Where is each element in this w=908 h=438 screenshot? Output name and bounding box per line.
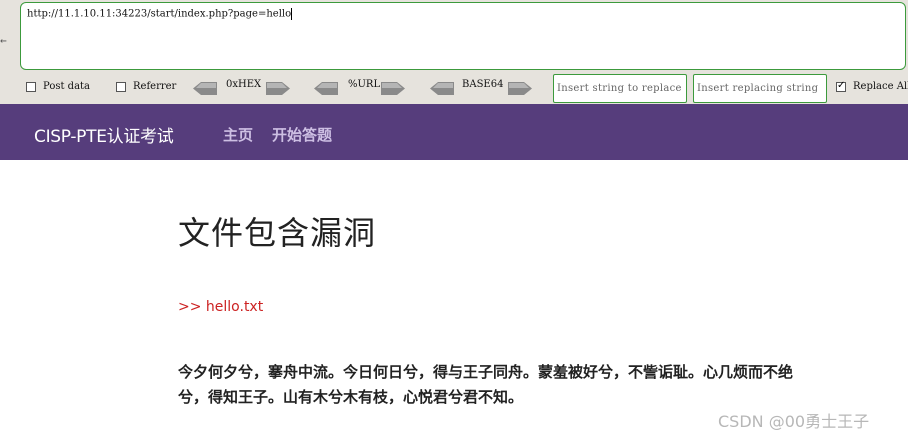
url-encode-arrow-icon[interactable] <box>381 82 405 95</box>
url-text: http://11.1.10.11:34223/start/index.php?… <box>27 8 292 20</box>
replace-all-label: Replace All <box>853 81 908 92</box>
post-data-label: Post data <box>43 81 91 92</box>
replace-string-input[interactable]: Insert replacing string <box>693 74 827 103</box>
text-caret <box>291 8 293 20</box>
find-string-placeholder: Insert string to replace <box>557 83 682 94</box>
hackbar-toolbar: ← http://11.1.10.11:34223/start/index.ph… <box>0 0 908 104</box>
post-data-checkbox[interactable] <box>26 82 36 92</box>
collapse-arrow-icon[interactable]: ← <box>0 34 7 47</box>
base64-decode-arrow-icon[interactable] <box>430 82 454 95</box>
hex-encode-arrow-icon[interactable] <box>266 82 290 95</box>
csdn-watermark: CSDN @00勇士王子 <box>718 412 870 431</box>
referrer-label: Referrer <box>133 81 177 92</box>
referrer-checkbox[interactable] <box>116 82 126 92</box>
hex-label: 0xHEX <box>226 79 262 90</box>
url-label: %URL <box>348 79 381 90</box>
base64-encode-arrow-icon[interactable] <box>508 82 532 95</box>
nav-link-home[interactable]: 主页 <box>223 124 253 145</box>
file-content-text: 今夕何夕兮，搴舟中流。今日何日兮，得与王子同舟。蒙羞被好兮，不訾诟耻。心几烦而不… <box>178 363 794 406</box>
included-file-line: >> hello.txt <box>178 299 264 315</box>
replace-string-placeholder: Insert replacing string <box>697 83 819 94</box>
url-textarea[interactable]: http://11.1.10.11:34223/start/index.php?… <box>20 2 906 70</box>
top-navbar: CISP-PTE认证考试 主页 开始答题 <box>0 104 908 160</box>
hackbar-options-row: Post data Referrer 0xHEX %URL BASE64 Ins… <box>0 74 908 103</box>
replace-all-checkbox[interactable] <box>836 80 846 92</box>
page-title: 文件包含漏洞 <box>178 214 377 252</box>
url-decode-arrow-icon[interactable] <box>314 82 338 95</box>
brand-link[interactable]: CISP-PTE认证考试 <box>34 122 174 147</box>
base64-label: BASE64 <box>462 79 504 90</box>
find-string-input[interactable]: Insert string to replace <box>553 74 687 103</box>
nav-link-start-quiz[interactable]: 开始答题 <box>272 124 332 145</box>
hex-decode-arrow-icon[interactable] <box>193 82 217 95</box>
